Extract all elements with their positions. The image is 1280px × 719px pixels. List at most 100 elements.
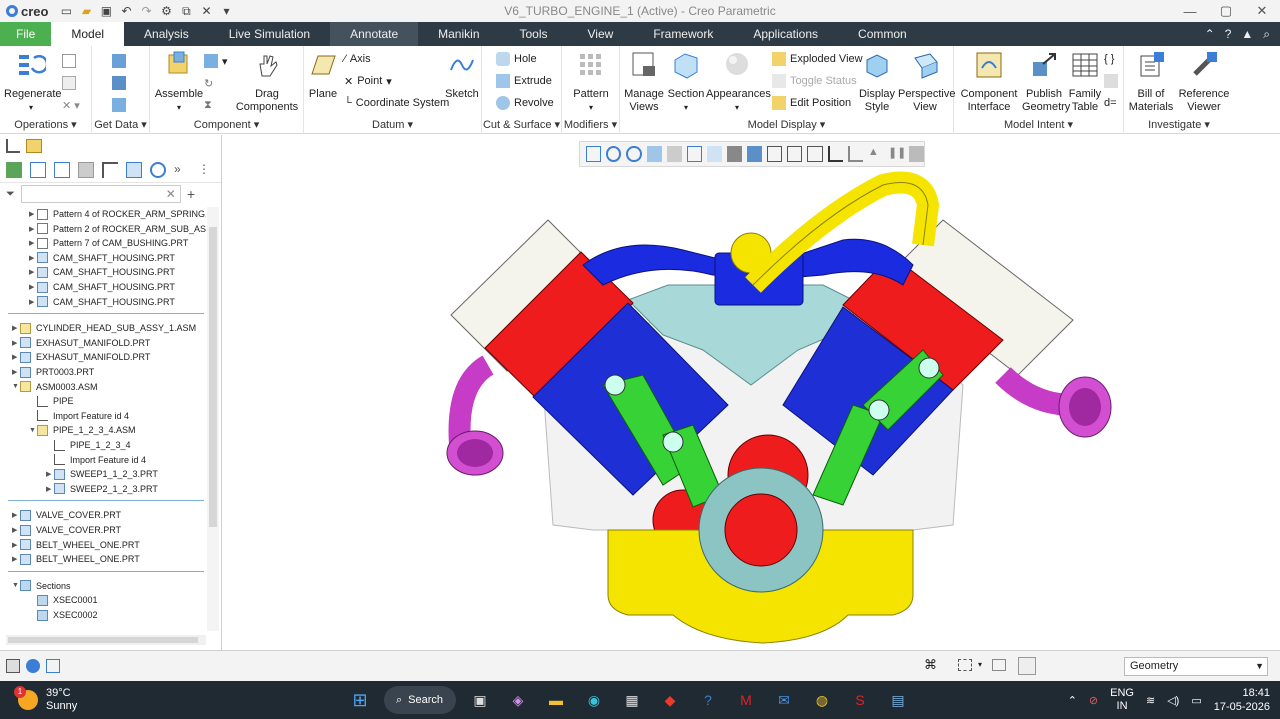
regenerate-quick-icon[interactable]: ⚙ [158, 3, 174, 19]
mail-icon[interactable]: ✉ [770, 686, 798, 714]
tree-item[interactable]: ▶ SWEEP2_1_2_3.PRT [46, 482, 158, 496]
close-icon[interactable]: ✕ [1244, 0, 1280, 22]
axis-button[interactable]: ⁄ Axis [344, 50, 371, 68]
group-label-get-data[interactable]: Get Data ▾ [92, 118, 149, 131]
taskbar-search[interactable]: ⌕ Search [384, 686, 456, 714]
tree-item[interactable]: ▶ BELT_WHEEL_ONE.PRT [12, 552, 140, 566]
copilot-icon[interactable]: ◈ [504, 686, 532, 714]
drag-components-button[interactable]: Drag Components [234, 50, 300, 114]
tree-expand-icon[interactable]: ▶ [29, 268, 37, 276]
collapse-ribbon-icon[interactable]: ⌃ [1205, 27, 1215, 41]
assemble-button[interactable]: Assemble ▾ [152, 50, 206, 114]
tree-columns-icon[interactable] [30, 161, 46, 178]
tree-item[interactable]: ▶ EXHASUT_MANIFOLD.PRT [12, 350, 150, 364]
tree-item[interactable]: PIPE [29, 394, 74, 408]
open-folder-icon[interactable]: ▰ [78, 3, 94, 19]
battery-icon[interactable]: ▭ [1191, 694, 1201, 707]
create-component-icon[interactable]: ▾ [204, 52, 228, 70]
language-indicator[interactable]: ENG IN [1110, 687, 1134, 713]
revolve-button[interactable]: Revolve [496, 94, 554, 112]
smart-selection-icon[interactable] [992, 659, 1006, 671]
chrome-icon[interactable]: ◍ [808, 686, 836, 714]
filter-options-icon[interactable] [1018, 657, 1036, 675]
tree-item[interactable]: ▶ EXHASUT_MANIFOLD.PRT [12, 336, 150, 350]
selection-filter-dropdown[interactable]: Geometry ▼ [1124, 657, 1268, 676]
tree-collapse-icon[interactable]: ▼ [12, 383, 20, 390]
weather-widget[interactable]: 1 39°C Sunny [14, 686, 77, 713]
model-tree-tab-icon[interactable] [6, 139, 20, 153]
tree-expand-icon[interactable]: ▶ [29, 298, 37, 306]
wifi-icon[interactable]: ≋ [1146, 694, 1155, 707]
help-app-icon[interactable]: ? [694, 686, 722, 714]
paste-icon[interactable] [62, 74, 76, 92]
tree-more-icon[interactable]: ⋮ [198, 162, 214, 178]
tab-analysis[interactable]: Analysis [124, 22, 209, 46]
toggle-status-button[interactable]: Toggle Status [772, 72, 857, 90]
tab-file[interactable]: File [0, 22, 52, 46]
delete-icon[interactable]: ✕ ▾ [62, 96, 80, 114]
appearances-button[interactable]: Appearances ▾ [706, 50, 771, 114]
cap-icon[interactable]: ▲ [1241, 27, 1253, 41]
group-label-datum[interactable]: Datum ▾ [304, 118, 481, 131]
tree-vertical-scrollbar[interactable] [207, 207, 219, 631]
group-label-operations[interactable]: Operations ▾ [0, 118, 91, 131]
close-window-icon[interactable]: ✕ [198, 3, 214, 19]
tab-model[interactable]: Model [51, 22, 125, 46]
tree-find-icon[interactable] [150, 161, 166, 178]
microsoft-store-icon[interactable]: ▦ [618, 686, 646, 714]
group-label-component[interactable]: Component ▾ [150, 118, 303, 131]
clear-search-icon[interactable]: ✕ [166, 187, 176, 201]
tree-expand-icon[interactable]: » [174, 162, 190, 178]
tree-collapse-icon[interactable]: ▼ [12, 582, 20, 589]
tab-framework[interactable]: Framework [633, 22, 733, 46]
tree-table-icon[interactable] [126, 161, 142, 178]
switch-dimensions-icon[interactable] [1104, 72, 1118, 90]
message-log-icon[interactable] [6, 659, 20, 673]
family-table-button[interactable]: Family Table [1066, 50, 1104, 114]
folder-browser-tab-icon[interactable] [26, 139, 42, 153]
new-file-icon[interactable]: ▭ [58, 3, 74, 19]
tree-expand-icon[interactable]: ▶ [12, 353, 20, 361]
tree-expand-icon[interactable]: ▶ [12, 339, 20, 347]
tree-item[interactable]: ▶ CAM_SHAFT_HOUSING.PRT [29, 295, 175, 309]
tab-live-simulation[interactable]: Live Simulation [209, 22, 330, 46]
relations-icon[interactable]: { } [1104, 50, 1114, 68]
tree-expand-icon[interactable]: ▶ [29, 283, 37, 291]
save-icon[interactable]: ▣ [98, 3, 114, 19]
selection-dropdown-icon[interactable]: ▾ [978, 660, 982, 669]
tree-structure-icon[interactable] [102, 161, 118, 178]
tree-expand-icon[interactable]: ▶ [12, 368, 20, 376]
tree-item[interactable]: ▼ Sections [12, 579, 71, 593]
clock[interactable]: 18:41 17-05-2026 [1214, 686, 1270, 714]
parameters-icon[interactable]: d= [1104, 94, 1117, 112]
tab-manikin[interactable]: Manikin [418, 22, 499, 46]
search-help-icon[interactable]: ⌕ [1263, 27, 1270, 42]
tree-item[interactable]: ▶ BELT_WHEEL_ONE.PRT [12, 538, 140, 552]
navigator-icon[interactable] [26, 659, 40, 673]
volume-icon[interactable]: ◁) [1167, 694, 1179, 707]
point-button[interactable]: ✕ Point ▾ [344, 72, 392, 90]
group-label-cut-surface[interactable]: Cut & Surface ▾ [482, 118, 561, 131]
selection-box-icon[interactable] [958, 659, 972, 671]
tree-expand-icon[interactable]: ▶ [29, 254, 37, 262]
tree-expand-icon[interactable]: ▶ [12, 555, 20, 563]
tree-item[interactable]: ▶ CAM_SHAFT_HOUSING.PRT [29, 265, 175, 279]
show-hidden-icons-icon[interactable]: ⌃ [1068, 694, 1077, 707]
reference-viewer-button[interactable]: Reference Viewer [1176, 50, 1232, 114]
network-alert-icon[interactable]: ⊘ [1089, 694, 1098, 707]
user-defined-feature-icon[interactable] [112, 52, 126, 70]
tree-item[interactable]: ▶ CAM_SHAFT_HOUSING.PRT [29, 251, 175, 265]
tree-horizontal-scrollbar[interactable] [6, 635, 206, 645]
exploded-view-button[interactable]: Exploded View [772, 50, 863, 68]
bill-of-materials-button[interactable]: Bill of Materials [1126, 50, 1176, 114]
group-label-investigate[interactable]: Investigate ▾ [1124, 118, 1234, 131]
tree-settings-icon[interactable] [78, 161, 94, 178]
tab-annotate[interactable]: Annotate [330, 22, 419, 46]
tree-search-input[interactable]: ✕ [20, 185, 181, 203]
mcafee-icon[interactable]: M [732, 686, 760, 714]
app-red-diamond-icon[interactable]: ◆ [656, 686, 684, 714]
tree-filter-icon[interactable] [54, 161, 70, 178]
tree-expand-icon[interactable]: ▶ [12, 324, 20, 332]
repeat-icon[interactable]: ↻ [204, 74, 213, 92]
perspective-view-button[interactable]: Perspective View [898, 50, 955, 114]
